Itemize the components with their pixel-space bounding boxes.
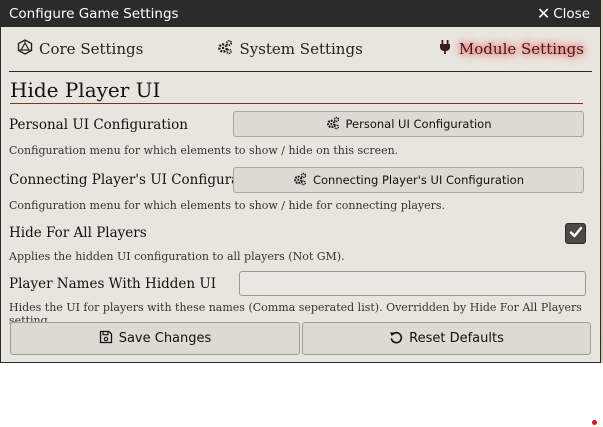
cogs-icon bbox=[293, 172, 307, 189]
reset-defaults-button[interactable]: Reset Defaults bbox=[302, 322, 591, 355]
connecting-ui-config-button[interactable]: Connecting Player's UI Configuration bbox=[233, 167, 584, 193]
personal-ui-hint: Configuration menu for which elements to… bbox=[9, 144, 399, 157]
save-changes-button[interactable]: Save Changes bbox=[10, 322, 300, 355]
player-names-label: Player Names With Hidden UI bbox=[9, 276, 217, 292]
tab-core-settings[interactable]: Core Settings bbox=[9, 39, 151, 59]
save-icon bbox=[99, 330, 113, 348]
personal-ui-label: Personal UI Configuration bbox=[9, 117, 188, 133]
button-label: Reset Defaults bbox=[409, 331, 504, 346]
tab-label: Module Settings bbox=[458, 40, 584, 58]
button-label: Personal UI Configuration bbox=[345, 117, 492, 131]
tab-label: System Settings bbox=[239, 40, 363, 58]
player-names-input[interactable] bbox=[239, 271, 586, 296]
cogs-icon bbox=[326, 116, 340, 133]
settings-tabs: Core Settings System Settings Module Set… bbox=[9, 27, 592, 72]
section-divider bbox=[10, 103, 583, 104]
window-titlebar[interactable]: Configure Game Settings ✕ Close bbox=[1, 1, 600, 27]
close-button[interactable]: ✕ Close bbox=[536, 4, 590, 23]
hide-all-hint: Applies the hidden UI configuration to a… bbox=[9, 250, 345, 263]
section-title: Hide Player UI bbox=[10, 78, 161, 102]
dice-d20-icon bbox=[17, 39, 33, 59]
close-icon: ✕ bbox=[536, 4, 551, 23]
hide-all-label: Hide For All Players bbox=[9, 225, 147, 241]
notification-dot bbox=[592, 420, 597, 425]
tab-module-settings[interactable]: Module Settings bbox=[429, 39, 592, 59]
hide-all-checkbox[interactable] bbox=[565, 223, 586, 244]
button-label: Connecting Player's UI Configuration bbox=[312, 173, 525, 187]
tab-label: Core Settings bbox=[39, 40, 144, 58]
plug-icon bbox=[437, 39, 453, 59]
checkmark-icon bbox=[569, 224, 583, 243]
undo-icon bbox=[389, 330, 403, 348]
button-label: Save Changes bbox=[118, 331, 212, 346]
close-label: Close bbox=[553, 6, 590, 22]
window-title: Configure Game Settings bbox=[9, 6, 179, 22]
connecting-ui-hint: Configuration menu for which elements to… bbox=[9, 199, 446, 212]
cogs-icon bbox=[217, 39, 233, 59]
tab-system-settings[interactable]: System Settings bbox=[209, 39, 370, 59]
personal-ui-config-button[interactable]: Personal UI Configuration bbox=[233, 111, 584, 137]
connecting-ui-label: Connecting Player's UI Configuration bbox=[9, 172, 266, 188]
